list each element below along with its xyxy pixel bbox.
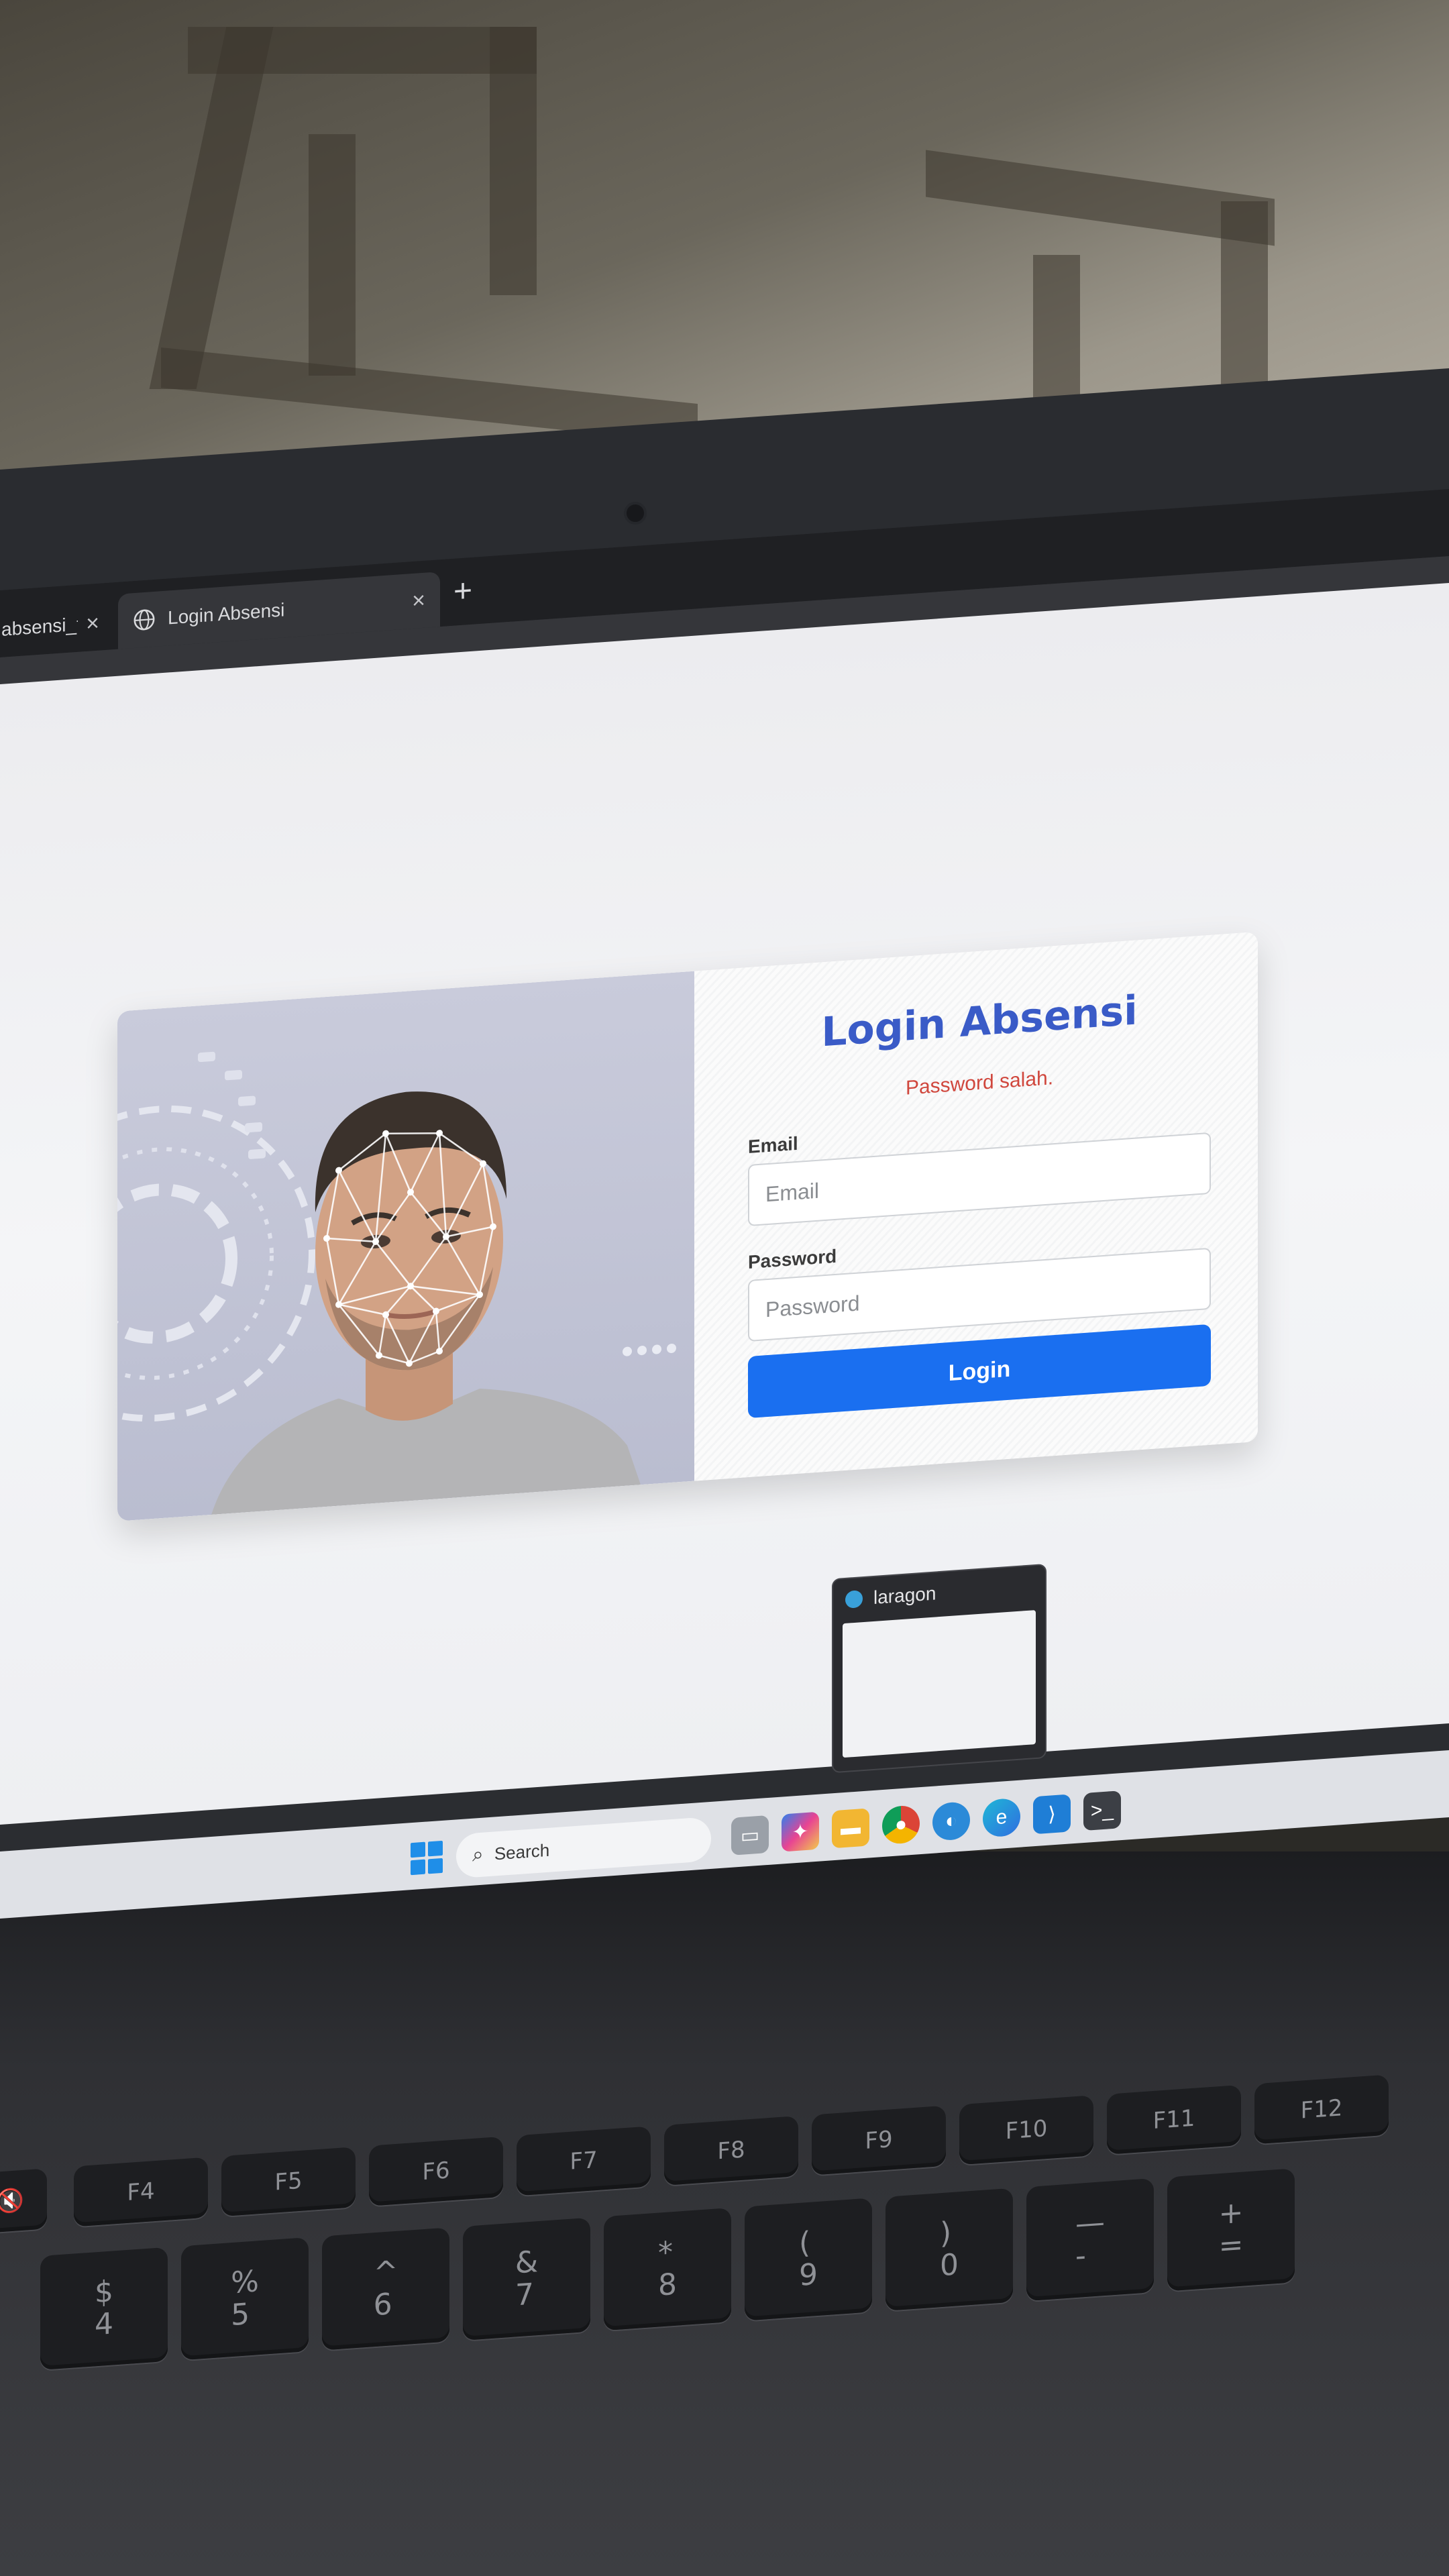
webcam [624,502,647,525]
globe-icon [133,609,155,631]
key-f7: F7 [517,2126,651,2196]
key-f9: F9 [812,2105,946,2176]
key-7: & 7 [463,2217,590,2341]
tab-title: Login Absensi [168,599,285,629]
file-explorer-icon[interactable]: ▭ [731,1815,769,1856]
chrome-icon[interactable]: ● [882,1805,920,1845]
key-f5: F5 [221,2147,356,2217]
key-f12: F12 [1254,2074,1389,2145]
key-0: ) 0 [885,2188,1013,2311]
search-label: Search [494,1839,550,1864]
close-icon[interactable]: × [412,587,425,614]
key-f8: F8 [664,2115,798,2186]
edge-icon[interactable]: e [983,1797,1020,1838]
login-title: Login Absensi [821,987,1138,1057]
taskbar-search[interactable]: ⌕ Search [456,1816,711,1879]
laptop-screen: absensi_fa × Login Absensi × + Login Abs… [0,488,1449,1919]
error-message: Password salah. [905,1067,1054,1099]
login-form: Login Absensi Password salah. Email Pass… [694,931,1258,1481]
preview-title: laragon [873,1582,936,1608]
folder-icon[interactable]: ▬ [832,1808,869,1849]
login-card: Login Absensi Password salah. Email Pass… [117,931,1258,1521]
key-6: ^ 6 [322,2227,449,2351]
key-minus: — - [1026,2178,1154,2302]
web-page: Login Absensi Password salah. Email Pass… [0,582,1449,1919]
new-tab-button[interactable]: + [453,572,472,610]
tab-title: absensi_fa [1,613,78,640]
key-f10: F10 [959,2095,1093,2165]
face-portrait-illustration [117,1051,676,1515]
vscode-icon[interactable]: ⟩ [1033,1794,1071,1835]
key-equals: + = [1167,2168,1295,2292]
key-f11: F11 [1107,2084,1241,2155]
tab-absensi-fa[interactable]: absensi_fa × [0,594,114,658]
laragon-preview-thumbnail[interactable]: laragon [832,1563,1046,1774]
face-recognition-image [117,971,694,1521]
terminal-icon[interactable]: >_ [1083,1790,1121,1831]
key-9: ( 9 [745,2198,872,2321]
preview-window [843,1610,1036,1758]
key-5: % 5 [181,2237,309,2361]
search-icon: ⌕ [472,1843,484,1866]
login-button[interactable]: Login [748,1324,1211,1419]
key-4: $ 4 [40,2247,168,2371]
windows-start-icon[interactable] [411,1840,443,1876]
copilot-icon[interactable]: ✦ [782,1811,819,1852]
key-f4: F4 [74,2157,208,2227]
close-icon[interactable]: × [86,610,99,637]
laragon-icon [845,1590,863,1609]
laragon-icon[interactable]: ◐ [932,1801,970,1841]
key-f6: F6 [369,2136,503,2206]
key-8: * 8 [604,2207,731,2331]
key: 🔇 [0,2168,47,2234]
